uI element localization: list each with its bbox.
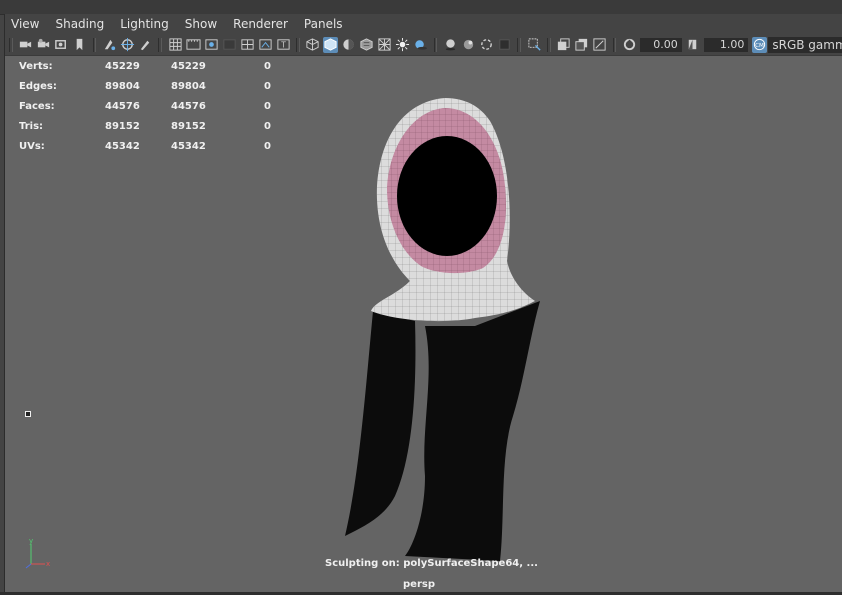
poly-count-hud: Verts: 45229 45229 0 Edges: 89804 89804 … bbox=[19, 56, 271, 156]
exposure-field[interactable]: 0.00 bbox=[640, 37, 682, 52]
viewport-panel: View Shading Lighting Show Renderer Pane… bbox=[4, 14, 842, 592]
toolbar-separator bbox=[433, 37, 438, 52]
hud-value: 45342 bbox=[171, 140, 206, 152]
image-plane-icon[interactable] bbox=[72, 37, 87, 53]
panel-menubar: View Shading Lighting Show Renderer Pane… bbox=[5, 14, 842, 34]
depth-of-field-icon[interactable] bbox=[479, 37, 494, 53]
menu-panels[interactable]: Panels bbox=[296, 14, 351, 34]
hud-label: Faces: bbox=[19, 100, 55, 112]
toolbar-separator bbox=[92, 37, 97, 52]
menu-shading[interactable]: Shading bbox=[47, 14, 112, 34]
svg-text:T: T bbox=[280, 40, 286, 49]
hud-value: 0 bbox=[264, 80, 271, 92]
hud-value: 89804 bbox=[171, 80, 206, 92]
toolbar-separator bbox=[9, 37, 13, 52]
hud-row-edges: Edges: 89804 89804 0 bbox=[19, 76, 271, 96]
menu-renderer[interactable]: Renderer bbox=[225, 14, 296, 34]
hud-label: Edges: bbox=[19, 80, 57, 92]
axis-x-label: x bbox=[46, 560, 50, 568]
anti-aliasing-icon[interactable] bbox=[461, 37, 476, 53]
hud-value: 0 bbox=[264, 100, 271, 112]
safe-action-icon[interactable] bbox=[258, 37, 273, 53]
field-chart-icon[interactable] bbox=[240, 37, 255, 53]
shadows-icon[interactable] bbox=[395, 37, 410, 53]
toolbar-separator bbox=[517, 37, 522, 52]
gate-mask-icon[interactable] bbox=[222, 37, 237, 53]
pivot-marker[interactable] bbox=[25, 411, 31, 417]
axis-y-label: y bbox=[29, 537, 33, 545]
smooth-shade-icon[interactable] bbox=[323, 36, 339, 53]
menu-lighting[interactable]: Lighting bbox=[112, 14, 177, 34]
toolbar-separator bbox=[547, 37, 551, 52]
hud-value: 44576 bbox=[171, 100, 206, 112]
hud-value: 45229 bbox=[105, 60, 140, 72]
film-gate-icon[interactable] bbox=[185, 37, 201, 53]
exposure-reset-icon[interactable] bbox=[622, 37, 637, 53]
hud-row-faces: Faces: 44576 44576 0 bbox=[19, 96, 271, 116]
color-space-dropdown[interactable]: sRGB gamma bbox=[768, 36, 842, 53]
toolbar-separator bbox=[158, 37, 163, 52]
xray-icon[interactable] bbox=[527, 37, 542, 53]
menu-show[interactable]: Show bbox=[177, 14, 225, 34]
hud-label: Verts: bbox=[19, 60, 53, 72]
motion-blur-icon[interactable] bbox=[443, 37, 458, 53]
camera-name-label: persp bbox=[403, 579, 435, 590]
hud-value: 89152 bbox=[171, 120, 206, 132]
hud-value: 89152 bbox=[105, 120, 140, 132]
hud-value: 44576 bbox=[105, 100, 140, 112]
wireframe-icon[interactable] bbox=[305, 37, 320, 53]
gamma-field[interactable]: 1.00 bbox=[703, 37, 749, 52]
hud-label: UVs: bbox=[19, 140, 45, 152]
hud-row-uvs: UVs: 45342 45342 0 bbox=[19, 136, 271, 156]
ambient-occlusion-icon[interactable] bbox=[413, 37, 428, 53]
toolbar-separator bbox=[296, 37, 300, 52]
hud-label: Tris: bbox=[19, 120, 44, 132]
hud-value: 45229 bbox=[171, 60, 206, 72]
default-lighting-icon[interactable] bbox=[341, 37, 356, 53]
tumble-icon[interactable] bbox=[120, 37, 135, 53]
hijab-scarf-model[interactable] bbox=[325, 96, 565, 566]
panel-toolbar: T 0.00 1.00 CM sRGB gamm bbox=[5, 34, 842, 56]
color-management-icon[interactable]: CM bbox=[751, 36, 767, 53]
hud-value: 45342 bbox=[105, 140, 140, 152]
menu-view[interactable]: View bbox=[5, 14, 47, 34]
hud-value: 89804 bbox=[105, 80, 140, 92]
xray-joints-icon[interactable] bbox=[556, 37, 571, 53]
grid-icon[interactable] bbox=[168, 37, 183, 53]
toolbar-separator bbox=[612, 37, 617, 52]
xray-active-icon[interactable] bbox=[574, 37, 589, 53]
3d-viewport[interactable]: Verts: 45229 45229 0 Edges: 89804 89804 … bbox=[5, 56, 842, 592]
paint-brush-icon[interactable] bbox=[138, 37, 153, 53]
svg-text:CM: CM bbox=[755, 43, 764, 49]
select-camera-icon[interactable] bbox=[102, 37, 117, 53]
exposure-icon[interactable] bbox=[592, 37, 607, 53]
camera-icon[interactable] bbox=[18, 37, 33, 53]
use-lights-icon[interactable] bbox=[377, 37, 392, 53]
sculpt-status-label: Sculpting on: polySurfaceShape64, ... bbox=[325, 558, 538, 569]
camera-attributes-icon[interactable] bbox=[36, 37, 51, 53]
hud-value: 0 bbox=[264, 140, 271, 152]
hud-value: 0 bbox=[264, 60, 271, 72]
safe-title-icon[interactable]: T bbox=[276, 37, 291, 53]
hud-row-verts: Verts: 45229 45229 0 bbox=[19, 56, 271, 76]
view-axis-gizmo: y x bbox=[25, 537, 50, 569]
textured-icon[interactable] bbox=[359, 37, 374, 53]
resolution-gate-icon[interactable] bbox=[204, 37, 219, 53]
window-title-strip bbox=[0, 0, 842, 15]
hud-value: 0 bbox=[264, 120, 271, 132]
hud-row-tris: Tris: 89152 89152 0 bbox=[19, 116, 271, 136]
isolate-select-icon[interactable] bbox=[497, 37, 512, 53]
bookmark-icon[interactable] bbox=[54, 37, 69, 53]
gamma-icon[interactable] bbox=[685, 37, 700, 53]
